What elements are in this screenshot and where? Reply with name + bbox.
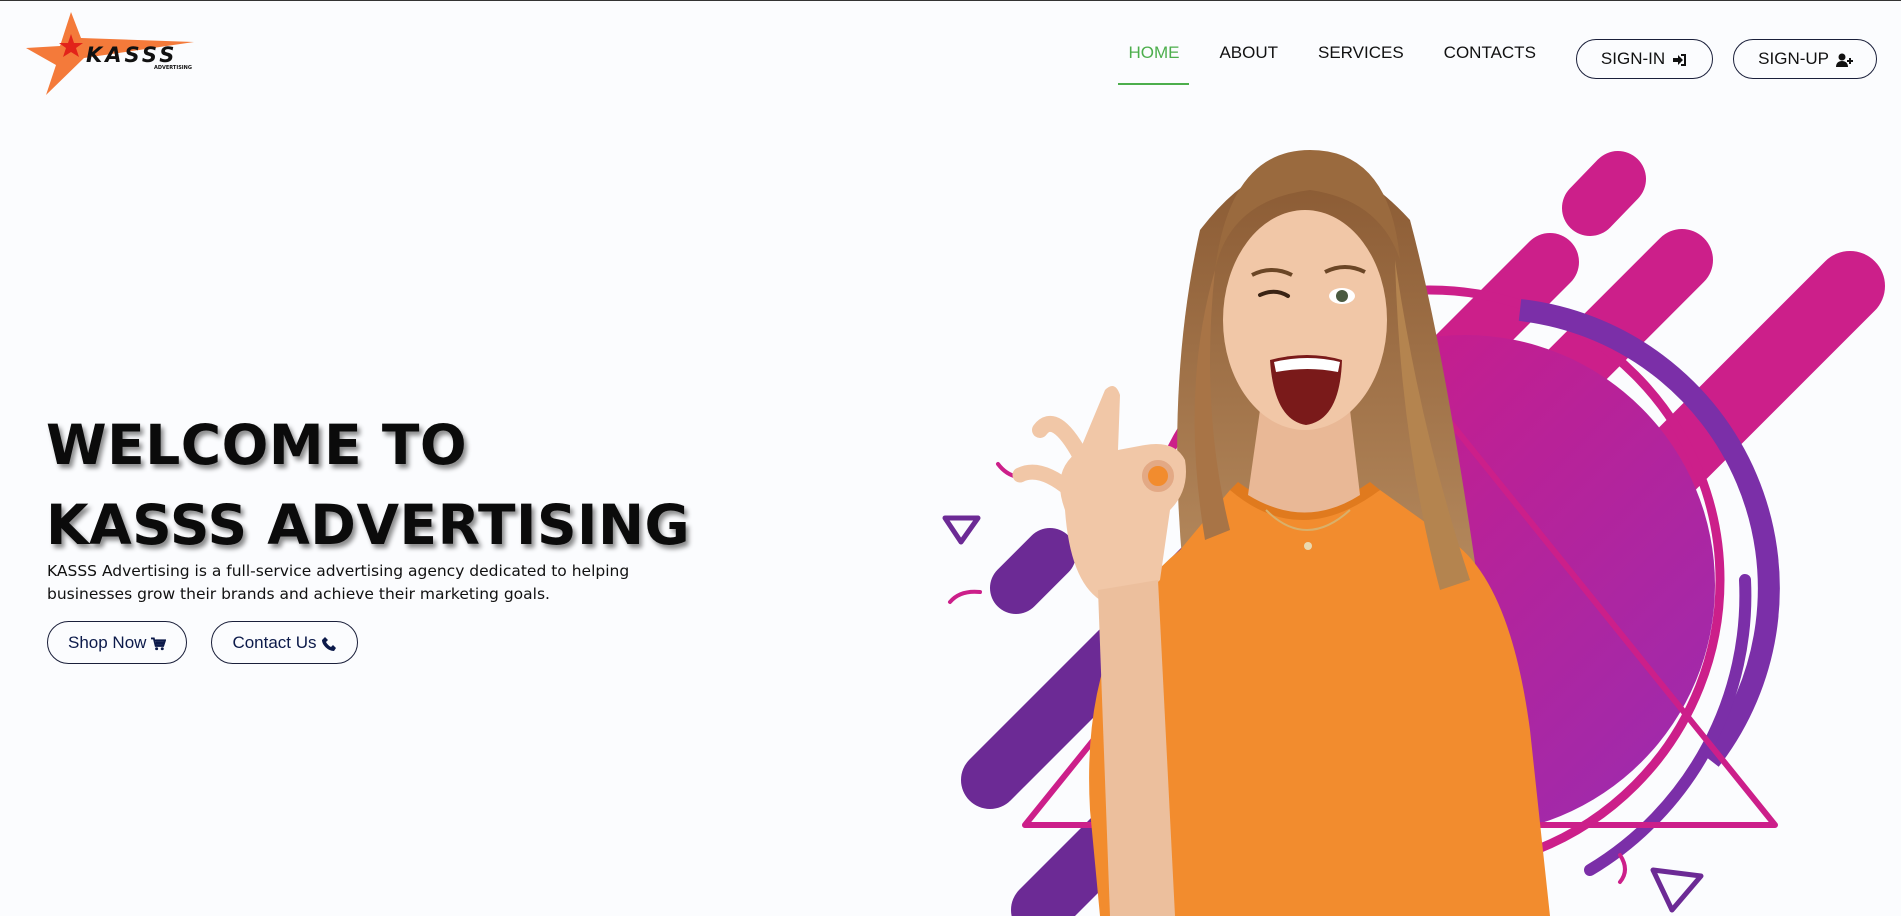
- nav-contacts[interactable]: CONTACTS: [1444, 34, 1536, 84]
- cart-icon: [151, 636, 167, 650]
- hero-title-line1: WELCOME TO: [46, 413, 468, 477]
- logo-star-icon: KASSS ADVERTISING: [26, 12, 194, 95]
- person-figure: [1012, 150, 1550, 916]
- contact-us-label: Contact Us: [232, 632, 317, 652]
- nav-home[interactable]: HOME: [1118, 34, 1190, 85]
- contact-us-button[interactable]: Contact Us: [211, 621, 358, 664]
- decor-pill-5: [990, 528, 1076, 614]
- decor-curve-3: [1618, 853, 1627, 884]
- hero-graphic: [942, 150, 1885, 916]
- sign-in-icon: [1672, 52, 1688, 66]
- logo-text: KASSS: [86, 43, 177, 67]
- top-border: [0, 0, 1901, 1]
- hero-title: WELCOME TO KASSS ADVERTISING: [46, 405, 690, 565]
- hero-title-line2: KASSS ADVERTISING: [46, 493, 691, 557]
- hero-buttons: Shop Now Contact Us: [47, 621, 358, 664]
- sign-up-button[interactable]: SIGN-UP: [1733, 39, 1877, 79]
- logo-subtext: ADVERTISING: [154, 65, 192, 71]
- sign-in-button[interactable]: SIGN-IN: [1575, 39, 1714, 79]
- nav-services[interactable]: SERVICES: [1318, 34, 1404, 84]
- phone-icon: [321, 636, 337, 651]
- shop-now-label: Shop Now: [68, 632, 147, 652]
- sign-in-label: SIGN-IN: [1600, 49, 1666, 68]
- sign-up-label: SIGN-UP: [1758, 49, 1829, 68]
- hero-description: KASSS Advertising is a full-service adve…: [47, 562, 630, 603]
- decor-triangle-small: [942, 515, 981, 545]
- decor-pill-1: [1562, 151, 1646, 236]
- main-nav: HOME ABOUT SERVICES CONTACTS SIGN-IN SIG…: [1118, 34, 1877, 85]
- hero-illustration: [930, 110, 1901, 916]
- shop-now-button[interactable]: Shop Now: [47, 621, 188, 664]
- user-plus-icon: [1836, 52, 1853, 67]
- logo[interactable]: KASSS ADVERTISING: [26, 10, 198, 96]
- nav-about[interactable]: ABOUT: [1219, 34, 1278, 84]
- decor-curve-2: [948, 589, 982, 604]
- decor-triangle-small-2: [1650, 867, 1704, 913]
